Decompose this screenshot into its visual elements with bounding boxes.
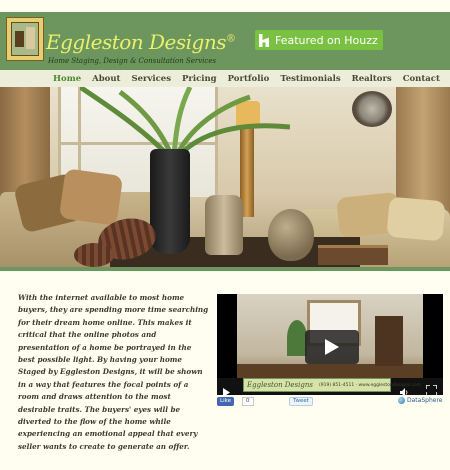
nav-item-pricing[interactable]: Pricing xyxy=(182,74,217,84)
main-nav: Home About Services Pricing Portfolio Te… xyxy=(0,70,450,87)
page: Eggleston Designs® Home Staging, Design … xyxy=(0,0,450,470)
volume-icon[interactable] xyxy=(400,382,408,397)
books xyxy=(318,245,388,265)
nav-item-realtors[interactable]: Realtors xyxy=(352,74,392,84)
datasphere-link[interactable]: DataSphere xyxy=(398,397,442,404)
like-count: 0 xyxy=(242,397,254,406)
nav-item-testimonials[interactable]: Testimonials xyxy=(280,74,340,84)
datasphere-label: DataSphere xyxy=(407,397,443,404)
nav-item-services[interactable]: Services xyxy=(131,74,171,84)
site-header: Eggleston Designs® Home Staging, Design … xyxy=(0,12,450,70)
logo-title[interactable]: Eggleston Designs® xyxy=(46,30,236,54)
nav-item-contact[interactable]: Contact xyxy=(403,74,440,84)
datasphere-icon xyxy=(398,397,405,404)
logo-image[interactable] xyxy=(6,17,44,61)
video-logo-bar[interactable]: Eggleston Designs (919) 851-4511 · www.e… xyxy=(243,378,421,392)
stone-egg xyxy=(268,209,314,261)
video-logo-title: Eggleston Designs xyxy=(247,381,313,389)
wall-mirror xyxy=(352,91,392,127)
play-button[interactable] xyxy=(305,330,359,364)
facebook-like-button[interactable]: Like xyxy=(217,397,234,406)
intro-text: With the internet available to most home… xyxy=(18,293,209,451)
nav-item-about[interactable]: About xyxy=(92,74,120,84)
stone-urn xyxy=(205,195,243,255)
tweet-button[interactable]: Tweet xyxy=(289,397,313,406)
plant-leaves xyxy=(80,87,290,157)
logo-tagline: Home Staging, Design & Consultation Serv… xyxy=(48,57,217,65)
nav-item-home[interactable]: Home xyxy=(53,74,81,84)
divider xyxy=(0,267,450,271)
nav-item-portfolio[interactable]: Portfolio xyxy=(228,74,270,84)
registered-mark: ® xyxy=(226,33,236,45)
play-icon xyxy=(325,339,339,355)
houzz-label: Featured on Houzz xyxy=(275,33,378,47)
share-bar: Like 0 Tweet DataSphere xyxy=(217,397,443,407)
hero-image xyxy=(0,87,450,267)
houzz-button[interactable]: Featured on Houzz xyxy=(255,30,383,50)
houzz-icon xyxy=(255,30,273,50)
black-vase xyxy=(150,149,190,254)
